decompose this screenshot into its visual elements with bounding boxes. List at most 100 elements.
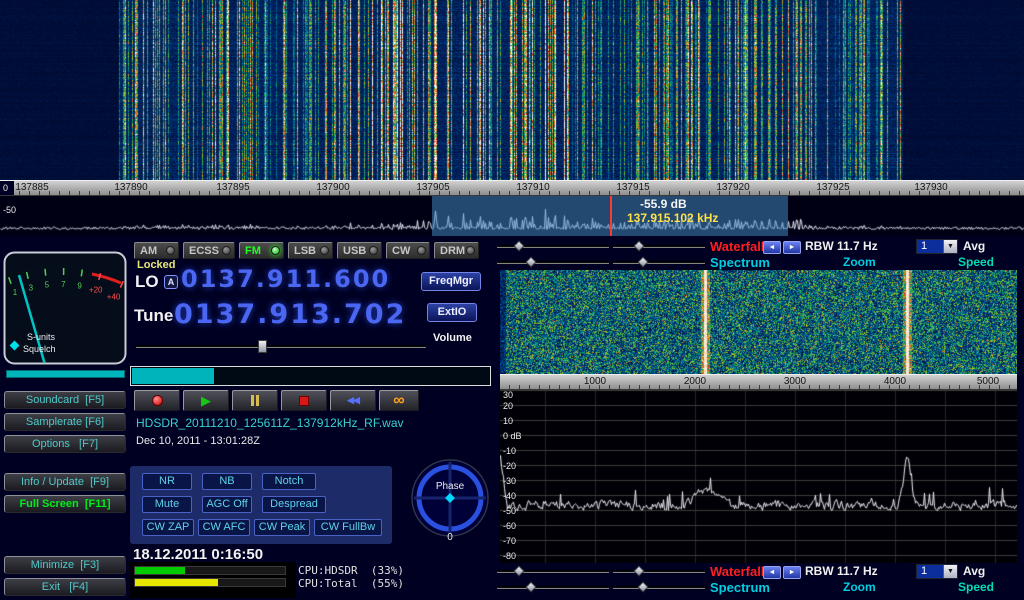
record-button[interactable] — [134, 390, 180, 411]
agc-off-button[interactable]: AGC Off — [202, 496, 252, 513]
rbw-label: RBW 11.7 Hz — [805, 564, 878, 578]
audio-waterfall-display[interactable] — [500, 270, 1017, 374]
mode-label: FM — [245, 245, 261, 257]
slider-thumb[interactable] — [637, 256, 648, 267]
nb-button[interactable]: NB — [202, 473, 252, 490]
mode-label: CW — [392, 245, 410, 257]
mode-label: DRM — [440, 245, 465, 257]
mode-selector: AM ECSS FM LSB USB CW DRM — [134, 242, 479, 259]
cw-peak-button[interactable]: CW Peak — [254, 519, 310, 536]
zoom-label: Zoom — [843, 255, 876, 269]
freq-tick-label: 137895 — [211, 182, 255, 193]
combo-arrow-icon[interactable]: ▼ — [943, 565, 957, 578]
pause-button[interactable] — [232, 390, 278, 411]
mode-lsb-button[interactable]: LSB — [288, 242, 333, 259]
slider-thumb[interactable] — [513, 240, 524, 251]
mode-drm-button[interactable]: DRM — [434, 242, 479, 259]
clock-display: 18.12.2011 0:16:50 — [133, 546, 263, 563]
recording-date: Dec 10, 2011 - 13:01:28Z — [136, 435, 260, 447]
options-button[interactable]: Options [F7] — [4, 435, 126, 453]
stop-button[interactable] — [281, 390, 327, 411]
audio-freq-tick-label: 1000 — [577, 376, 613, 387]
tune-cursor-line — [610, 196, 612, 236]
freq-tick-label: 137930 — [909, 182, 953, 193]
volume-slider-track[interactable] — [136, 345, 426, 348]
shift-left-button[interactable]: ◄ — [763, 566, 781, 579]
spectrum-ref-slider[interactable] — [497, 258, 609, 267]
combo-arrow-icon[interactable]: ▼ — [943, 240, 957, 253]
soundcard-button[interactable]: Soundcard [F5] — [4, 391, 126, 409]
mode-label: USB — [343, 245, 366, 257]
audio-freq-tick-label: 5000 — [970, 376, 1006, 387]
minimize-button[interactable]: Minimize [F3] — [4, 556, 126, 574]
avg-select[interactable]: 1 ▼ — [916, 239, 958, 254]
freq-tick-label: 137905 — [411, 182, 455, 193]
play-icon: ▶ — [201, 394, 211, 407]
slider-thumb[interactable] — [633, 565, 644, 576]
slider-thumb[interactable] — [525, 256, 536, 267]
tune-frequency-digits[interactable]: 0137.913.702 — [174, 299, 406, 330]
phase-value: 0 — [447, 532, 453, 543]
play-button[interactable]: ▶ — [183, 390, 229, 411]
notch-button[interactable]: Notch — [262, 473, 316, 490]
shift-right-button[interactable]: ► — [783, 566, 801, 579]
main-spectrum-display[interactable]: -55.9 dB 137.915.102 kHz -50 — [0, 196, 1024, 236]
cpu-hdsdr-text: CPU:HDSDR (33%) — [298, 564, 404, 577]
despread-button[interactable]: Despread — [262, 496, 326, 513]
cw-afc-button[interactable]: CW AFC — [198, 519, 250, 536]
mode-am-button[interactable]: AM — [134, 242, 179, 259]
samplerate-button[interactable]: Samplerate [F6] — [4, 413, 126, 431]
cw-zap-button[interactable]: CW ZAP — [142, 519, 194, 536]
slider-thumb[interactable] — [633, 240, 644, 251]
volume-slider-thumb[interactable] — [258, 340, 267, 353]
mode-led — [320, 246, 329, 255]
waterfall-contrast-slider[interactable] — [613, 242, 705, 251]
playback-position-bar[interactable] — [130, 366, 491, 386]
shift-right-button[interactable]: ► — [783, 241, 801, 254]
mode-usb-button[interactable]: USB — [337, 242, 382, 259]
db-scale-minus50: -50 — [3, 205, 16, 215]
audio-freq-tick-label: 3000 — [777, 376, 813, 387]
slider-thumb[interactable] — [637, 581, 648, 592]
display-controls-top: Waterfall ◄ ► RBW 11.7 Hz 1 ▼ Avg Spectr… — [497, 238, 1024, 272]
lo-frequency-digits[interactable]: 0137.911.600 — [181, 265, 390, 293]
spectrum-ref-slider[interactable] — [497, 583, 609, 592]
locked-label: Locked — [137, 259, 176, 271]
waterfall-contrast-slider[interactable] — [613, 567, 705, 576]
rewind-button[interactable]: ◀◀ — [330, 390, 376, 411]
main-waterfall-display[interactable] — [0, 0, 1024, 180]
avg-value: 1 — [917, 565, 943, 578]
mute-button[interactable]: Mute — [142, 496, 192, 513]
spectrum-range-slider[interactable] — [613, 258, 705, 267]
mode-fm-button[interactable]: FM — [239, 242, 284, 259]
avg-select[interactable]: 1 ▼ — [916, 564, 958, 579]
extio-button[interactable]: ExtIO — [427, 303, 477, 322]
freq-tick-label: 137920 — [711, 182, 755, 193]
loop-button[interactable]: ∞ — [379, 390, 419, 411]
audio-freq-tick-label: 2000 — [677, 376, 713, 387]
waterfall-brightness-slider[interactable] — [497, 242, 609, 251]
spectrum-range-slider[interactable] — [613, 583, 705, 592]
cw-fullbw-button[interactable]: CW FullBw — [314, 519, 382, 536]
nr-button[interactable]: NR — [142, 473, 192, 490]
recording-filename: HDSDR_20111210_125611Z_137912kHz_RF.wav — [136, 416, 404, 430]
exit-button[interactable]: Exit [F4] — [4, 578, 126, 596]
audio-frequency-ruler[interactable]: 1000 2000 3000 4000 5000 — [500, 374, 1017, 390]
audio-freq-tick-label: 4000 — [877, 376, 913, 387]
rewind-icon: ◀◀ — [347, 395, 359, 406]
audio-spectrum-display[interactable] — [500, 390, 1017, 563]
mode-ecss-button[interactable]: ECSS — [183, 242, 235, 259]
fullscreen-button[interactable]: Full Screen [F11] — [4, 495, 126, 513]
info-update-button[interactable]: Info / Update [F9] — [4, 473, 126, 491]
frequency-ruler[interactable]: 0 13788513789013789513790013790513791013… — [0, 180, 1024, 196]
shift-left-button[interactable]: ◄ — [763, 241, 781, 254]
freqmgr-button[interactable]: FreqMgr — [421, 272, 481, 291]
squelch-level-bar[interactable] — [6, 370, 125, 378]
lo-auto-badge[interactable]: A — [164, 275, 178, 289]
slider-thumb[interactable] — [513, 565, 524, 576]
volume-slider[interactable] — [136, 340, 426, 354]
slider-thumb[interactable] — [525, 581, 536, 592]
waterfall-brightness-slider[interactable] — [497, 567, 609, 576]
cpu-hdsdr-bar — [134, 566, 286, 575]
mode-cw-button[interactable]: CW — [386, 242, 430, 259]
